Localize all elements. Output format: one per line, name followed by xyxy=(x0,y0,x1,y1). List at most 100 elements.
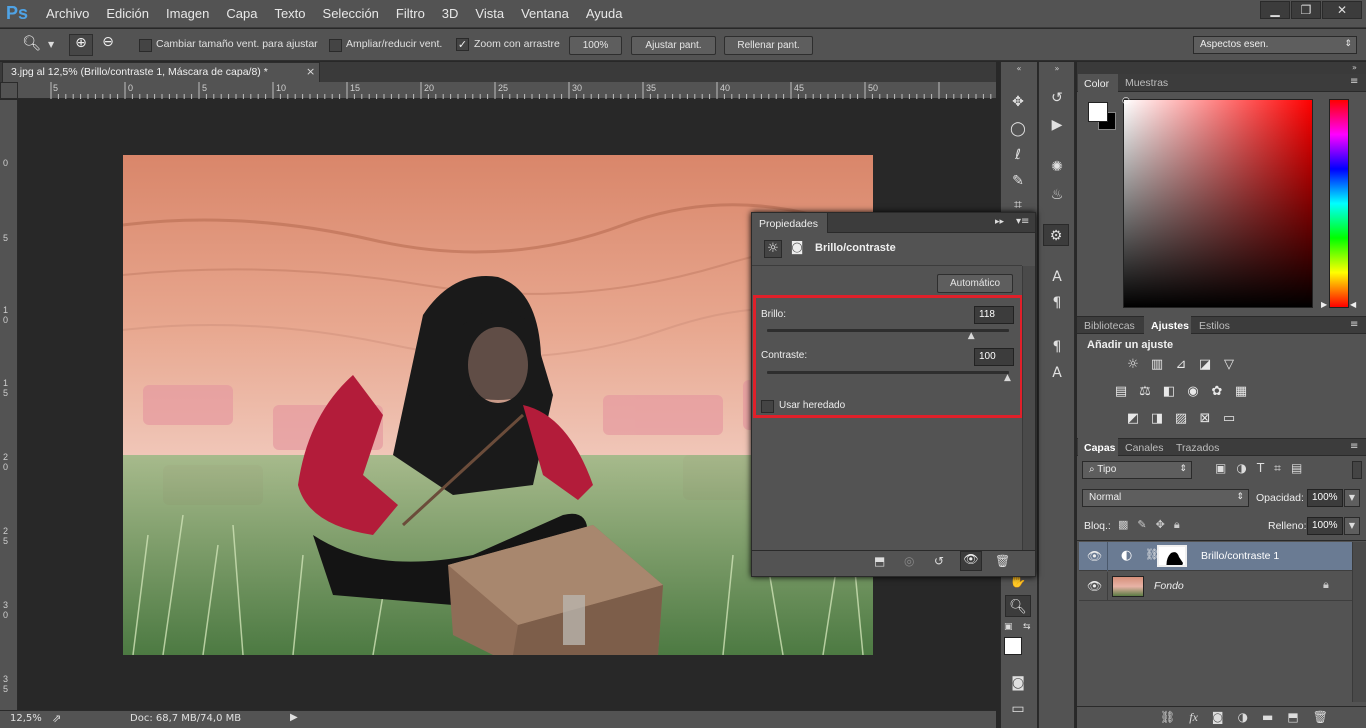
posterize-icon[interactable]: ◨ xyxy=(1148,411,1166,427)
chevron-down-icon[interactable]: ▼ xyxy=(48,40,54,49)
tab-muestras[interactable]: Muestras xyxy=(1125,77,1168,89)
character-styles-icon[interactable]: A xyxy=(1044,362,1070,384)
invert-icon[interactable]: ◩ xyxy=(1124,411,1142,427)
layer-mask-thumbnail[interactable] xyxy=(1157,545,1187,567)
properties-panel-icon[interactable]: ⚙ xyxy=(1043,224,1069,246)
zoom-level[interactable]: 12,5% xyxy=(10,713,42,724)
filter-toggle[interactable] xyxy=(1352,461,1362,479)
properties-scrollbar[interactable] xyxy=(1022,266,1035,550)
panel-menu-icon[interactable]: ≡ xyxy=(1350,319,1358,330)
visibility-eye-icon[interactable]: 👁︎ xyxy=(960,551,982,571)
brush-settings-icon[interactable]: ✺ xyxy=(1044,156,1070,178)
lock-transparency-icon[interactable]: ▩ xyxy=(1118,518,1128,532)
visibility-eye-icon[interactable]: 👁︎ xyxy=(1087,579,1102,593)
hue-saturation-icon[interactable]: ▤ xyxy=(1112,384,1130,400)
scrubby-zoom-checkbox[interactable]: ✓ xyxy=(456,38,469,51)
reset-icon[interactable]: ↺ xyxy=(934,554,944,568)
levels-icon[interactable]: ▥ xyxy=(1148,357,1166,373)
close-button[interactable]: ✕ xyxy=(1322,1,1362,19)
restore-button[interactable]: ❐ xyxy=(1291,1,1321,19)
panel-menu-icon[interactable]: ▾≡ xyxy=(1016,216,1029,227)
collapse-icon[interactable]: » xyxy=(1041,64,1073,73)
lock-pixels-icon[interactable]: ✎ xyxy=(1137,518,1146,532)
paragraph-icon[interactable]: ¶ xyxy=(1044,292,1070,314)
trash-icon[interactable]: 🗑︎ xyxy=(995,554,1010,568)
lock-position-icon[interactable]: ✥ xyxy=(1156,518,1165,532)
share-icon[interactable]: ⇗ xyxy=(52,712,61,725)
trash-icon[interactable]: 🗑︎ xyxy=(1313,710,1328,725)
contrast-slider-thumb[interactable]: ▲ xyxy=(1004,373,1011,383)
filter-pixel-icon[interactable]: ▣ xyxy=(1215,461,1226,476)
minimize-button[interactable]: ▁ xyxy=(1260,1,1290,19)
new-layer-icon[interactable]: ⬒ xyxy=(1287,710,1298,725)
move-tool-icon[interactable]: ✥ xyxy=(1005,91,1031,113)
threshold-icon[interactable]: ▨ xyxy=(1172,411,1190,427)
menu-ayuda[interactable]: Ayuda xyxy=(586,6,623,21)
legacy-checkbox[interactable] xyxy=(761,399,774,413)
expand-icon[interactable]: ▸▸ xyxy=(995,217,1004,227)
layer-name[interactable]: Fondo xyxy=(1154,580,1184,592)
brush-presets-icon[interactable]: ♨ xyxy=(1044,184,1070,206)
fx-icon[interactable]: fx xyxy=(1189,710,1198,725)
link-layers-icon[interactable]: ⛓ xyxy=(1160,710,1175,725)
hue-marker[interactable]: ◀ xyxy=(1350,300,1356,309)
quick-select-tool-icon[interactable]: ✎ xyxy=(1005,170,1031,192)
layer-filter-select[interactable]: ⌕ Tipo ⇕ xyxy=(1082,461,1192,479)
hue-marker[interactable]: ▶ xyxy=(1321,300,1327,309)
chevron-down-icon[interactable]: ▼ xyxy=(1344,517,1360,535)
view-previous-icon[interactable]: ◎ xyxy=(904,554,914,568)
tab-trazados[interactable]: Trazados xyxy=(1176,442,1219,454)
tab-ajustes[interactable]: Ajustes xyxy=(1144,316,1191,334)
history-icon[interactable]: ↺ xyxy=(1044,87,1070,109)
lock-all-icon[interactable]: 🔒︎ xyxy=(1174,518,1180,532)
blend-mode-select[interactable]: Normal ⇕ xyxy=(1082,489,1249,507)
menu-texto[interactable]: Texto xyxy=(274,6,305,21)
panel-menu-icon[interactable]: ≡ xyxy=(1350,441,1358,452)
screen-mode-icon[interactable]: ▭ xyxy=(1005,698,1031,720)
menu-ventana[interactable]: Ventana xyxy=(521,6,569,21)
zoom-tool-icon[interactable]: 🔍︎ xyxy=(1005,595,1031,617)
menu-edicion[interactable]: Edición xyxy=(106,6,149,21)
visibility-eye-icon[interactable]: 👁︎ xyxy=(1087,549,1102,563)
layer-thumbnail[interactable] xyxy=(1112,576,1144,597)
quick-mask-icon[interactable]: ◙ xyxy=(1005,672,1031,694)
filter-adjustment-icon[interactable]: ◑ xyxy=(1236,461,1246,476)
vibrance-icon[interactable]: ▽ xyxy=(1220,357,1238,373)
close-tab-icon[interactable]: × xyxy=(306,65,315,78)
contrast-input[interactable]: 100 xyxy=(974,348,1014,366)
collapse-icon[interactable]: « xyxy=(1003,64,1035,73)
exposure-icon[interactable]: ◪ xyxy=(1196,357,1214,373)
swap-colors-icon[interactable]: ⇆ xyxy=(1023,622,1031,632)
character-icon[interactable]: A xyxy=(1044,266,1070,288)
tab-bibliotecas[interactable]: Bibliotecas xyxy=(1084,320,1135,332)
paragraph-styles-icon[interactable]: ¶ xyxy=(1044,336,1070,358)
add-mask-icon[interactable]: ◙ xyxy=(1212,710,1224,725)
tab-canales[interactable]: Canales xyxy=(1125,442,1164,454)
curves-icon[interactable]: ⊿ xyxy=(1172,357,1190,373)
color-field[interactable] xyxy=(1123,99,1313,308)
filter-type-icon[interactable]: T xyxy=(1257,461,1264,476)
workspace-select[interactable]: Aspectos esen. ⇕ xyxy=(1193,36,1357,54)
fill-screen-button[interactable]: Rellenar pant. xyxy=(724,36,813,55)
foreground-color[interactable] xyxy=(1004,637,1022,655)
zoom-all-checkbox[interactable] xyxy=(329,38,342,52)
filter-smart-icon[interactable]: ▤ xyxy=(1291,461,1302,476)
auto-button[interactable]: Automático xyxy=(937,274,1013,293)
zoom-out-icon[interactable]: ⊖ xyxy=(97,34,119,56)
tab-estilos[interactable]: Estilos xyxy=(1199,320,1230,332)
play-arrow-icon[interactable]: ▶ xyxy=(290,712,298,723)
channel-mixer-icon[interactable]: ✿ xyxy=(1208,384,1226,400)
menu-seleccion[interactable]: Selección xyxy=(323,6,379,21)
filter-shape-icon[interactable]: ⌗ xyxy=(1274,461,1281,476)
color-foreground-swatch[interactable] xyxy=(1088,102,1108,122)
tab-capas[interactable]: Capas xyxy=(1078,438,1118,456)
zoom-in-icon[interactable]: ⊕ xyxy=(69,34,93,56)
brightness-adjustment-icon[interactable]: ☼ xyxy=(764,240,782,258)
zoom-100-button[interactable]: 100% xyxy=(569,36,622,55)
color-balance-icon[interactable]: ⚖ xyxy=(1136,384,1154,400)
lasso-tool-icon[interactable]: ℓ xyxy=(1005,144,1031,166)
layer-row-brightness[interactable]: 👁︎ ◐ ⛓ Brillo/contraste 1 xyxy=(1079,542,1352,571)
document-tab[interactable]: 3.jpg al 12,5% (Brillo/contraste 1, Másc… xyxy=(2,62,320,82)
menu-vista[interactable]: Vista xyxy=(475,6,504,21)
menu-imagen[interactable]: Imagen xyxy=(166,6,209,21)
